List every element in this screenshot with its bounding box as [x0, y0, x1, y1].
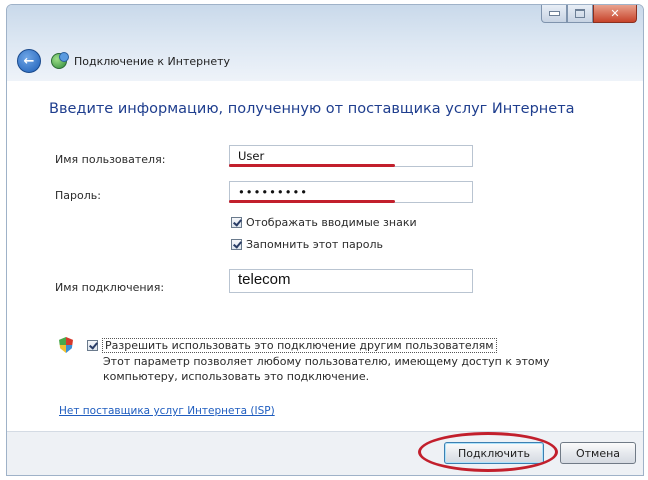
back-arrow-icon: ←	[23, 53, 35, 69]
dialog-footer: Подключить Отмена	[7, 431, 643, 475]
title-bar: ✕ ← Подключение к Интернету	[7, 5, 643, 81]
cancel-button[interactable]: Отмена	[560, 442, 636, 464]
remember-password-label: Запомнить этот пароль	[246, 238, 383, 251]
allow-others-checkbox[interactable]	[87, 340, 98, 351]
navigation-row: ← Подключение к Интернету	[17, 49, 230, 73]
back-button[interactable]: ←	[17, 49, 41, 73]
maximize-button[interactable]	[567, 5, 593, 23]
remember-password-checkbox-row[interactable]: Запомнить этот пароль	[231, 238, 383, 251]
minimize-icon	[548, 11, 560, 16]
show-chars-checkbox-row[interactable]: Отображать вводимые знаки	[231, 216, 417, 229]
close-icon: ✕	[610, 7, 620, 20]
minimize-button[interactable]	[541, 5, 567, 23]
show-chars-checkbox[interactable]	[231, 217, 242, 228]
remember-password-checkbox[interactable]	[231, 239, 242, 250]
dialog-content: Введите информацию, полученную от постав…	[7, 81, 643, 431]
no-isp-link[interactable]: Нет поставщика услуг Интернета (ISP)	[59, 405, 275, 417]
close-button[interactable]: ✕	[593, 5, 637, 23]
connect-button[interactable]: Подключить	[444, 442, 544, 464]
uac-shield-icon	[59, 337, 73, 353]
username-label: Имя пользователя:	[55, 153, 166, 166]
network-globe-icon	[51, 52, 69, 69]
allow-others-checkbox-row[interactable]: Разрешить использовать это подключение д…	[87, 338, 497, 353]
dialog-window: ✕ ← Подключение к Интернету Введите инфо…	[6, 4, 644, 476]
username-annotation-underline	[229, 164, 395, 167]
show-chars-label: Отображать вводимые знаки	[246, 216, 417, 229]
allow-others-label: Разрешить использовать это подключение д…	[102, 338, 497, 353]
connection-name-label: Имя подключения:	[55, 281, 165, 294]
password-annotation-underline	[229, 200, 395, 203]
connection-name-field[interactable]: telecom	[229, 269, 473, 293]
password-label: Пароль:	[55, 189, 101, 202]
window-title: Подключение к Интернету	[74, 54, 231, 68]
page-heading: Введите информацию, полученную от постав…	[49, 101, 575, 117]
caption-buttons: ✕	[541, 5, 637, 25]
maximize-icon	[575, 9, 585, 18]
allow-others-description: Этот параметр позволяет любому пользоват…	[103, 355, 550, 383]
